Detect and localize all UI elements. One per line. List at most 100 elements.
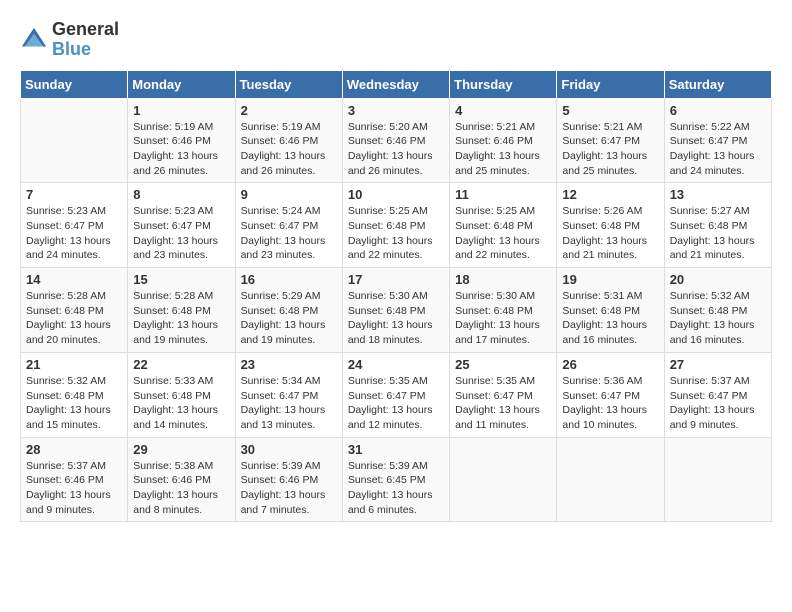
day-detail: Sunrise: 5:23 AMSunset: 6:47 PMDaylight:… — [133, 204, 229, 263]
day-number: 9 — [241, 187, 337, 202]
calendar-cell: 6 Sunrise: 5:22 AMSunset: 6:47 PMDaylight… — [664, 98, 771, 183]
day-number: 1 — [133, 103, 229, 118]
header-sunday: Sunday — [21, 70, 128, 98]
calendar-week-row: 28 Sunrise: 5:37 AMSunset: 6:46 PMDayligh… — [21, 437, 772, 522]
calendar-cell: 7 Sunrise: 5:23 AMSunset: 6:47 PMDaylight… — [21, 183, 128, 268]
day-detail: Sunrise: 5:38 AMSunset: 6:46 PMDaylight:… — [133, 459, 229, 518]
calendar-cell: 31 Sunrise: 5:39 AMSunset: 6:45 PMDayligh… — [342, 437, 449, 522]
header-friday: Friday — [557, 70, 664, 98]
day-number: 17 — [348, 272, 444, 287]
day-detail: Sunrise: 5:20 AMSunset: 6:46 PMDaylight:… — [348, 120, 444, 179]
calendar-table: SundayMondayTuesdayWednesdayThursdayFrid… — [20, 70, 772, 523]
calendar-cell: 27 Sunrise: 5:37 AMSunset: 6:47 PMDayligh… — [664, 352, 771, 437]
calendar-cell — [21, 98, 128, 183]
calendar-cell: 17 Sunrise: 5:30 AMSunset: 6:48 PMDayligh… — [342, 268, 449, 353]
day-number: 7 — [26, 187, 122, 202]
calendar-cell: 3 Sunrise: 5:20 AMSunset: 6:46 PMDaylight… — [342, 98, 449, 183]
day-number: 27 — [670, 357, 766, 372]
day-detail: Sunrise: 5:21 AMSunset: 6:46 PMDaylight:… — [455, 120, 551, 179]
calendar-cell — [664, 437, 771, 522]
day-number: 19 — [562, 272, 658, 287]
day-detail: Sunrise: 5:31 AMSunset: 6:48 PMDaylight:… — [562, 289, 658, 348]
calendar-cell: 10 Sunrise: 5:25 AMSunset: 6:48 PMDayligh… — [342, 183, 449, 268]
calendar-cell: 25 Sunrise: 5:35 AMSunset: 6:47 PMDayligh… — [450, 352, 557, 437]
calendar-week-row: 7 Sunrise: 5:23 AMSunset: 6:47 PMDaylight… — [21, 183, 772, 268]
day-number: 16 — [241, 272, 337, 287]
calendar-cell: 8Sunrise: 5:23 AMSunset: 6:47 PMDaylight… — [128, 183, 235, 268]
calendar-cell: 19 Sunrise: 5:31 AMSunset: 6:48 PMDayligh… — [557, 268, 664, 353]
day-detail: Sunrise: 5:37 AMSunset: 6:47 PMDaylight:… — [670, 374, 766, 433]
day-detail: Sunrise: 5:21 AMSunset: 6:47 PMDaylight:… — [562, 120, 658, 179]
day-detail: Sunrise: 5:19 AMSunset: 6:46 PMDaylight:… — [133, 120, 229, 179]
logo-text: General Blue — [52, 20, 119, 60]
page-header: General Blue — [20, 20, 772, 60]
day-detail: Sunrise: 5:34 AMSunset: 6:47 PMDaylight:… — [241, 374, 337, 433]
day-number: 22 — [133, 357, 229, 372]
calendar-cell: 21 Sunrise: 5:32 AMSunset: 6:48 PMDayligh… — [21, 352, 128, 437]
day-number: 28 — [26, 442, 122, 457]
day-detail: Sunrise: 5:23 AMSunset: 6:47 PMDaylight:… — [26, 204, 122, 263]
calendar-cell — [450, 437, 557, 522]
day-number: 13 — [670, 187, 766, 202]
calendar-cell: 29 Sunrise: 5:38 AMSunset: 6:46 PMDayligh… — [128, 437, 235, 522]
day-detail: Sunrise: 5:33 AMSunset: 6:48 PMDaylight:… — [133, 374, 229, 433]
day-number: 11 — [455, 187, 551, 202]
day-number: 29 — [133, 442, 229, 457]
day-number: 24 — [348, 357, 444, 372]
day-detail: Sunrise: 5:28 AMSunset: 6:48 PMDaylight:… — [26, 289, 122, 348]
day-detail: Sunrise: 5:30 AMSunset: 6:48 PMDaylight:… — [348, 289, 444, 348]
calendar-header-row: SundayMondayTuesdayWednesdayThursdayFrid… — [21, 70, 772, 98]
calendar-cell: 30Sunrise: 5:39 AMSunset: 6:46 PMDayligh… — [235, 437, 342, 522]
calendar-cell: 13Sunrise: 5:27 AMSunset: 6:48 PMDayligh… — [664, 183, 771, 268]
calendar-week-row: 14 Sunrise: 5:28 AMSunset: 6:48 PMDayligh… — [21, 268, 772, 353]
calendar-cell: 15 Sunrise: 5:28 AMSunset: 6:48 PMDayligh… — [128, 268, 235, 353]
header-tuesday: Tuesday — [235, 70, 342, 98]
day-detail: Sunrise: 5:36 AMSunset: 6:47 PMDaylight:… — [562, 374, 658, 433]
calendar-cell: 28 Sunrise: 5:37 AMSunset: 6:46 PMDayligh… — [21, 437, 128, 522]
calendar-week-row: 21 Sunrise: 5:32 AMSunset: 6:48 PMDayligh… — [21, 352, 772, 437]
logo: General Blue — [20, 20, 119, 60]
day-detail: Sunrise: 5:39 AMSunset: 6:45 PMDaylight:… — [348, 459, 444, 518]
day-detail: Sunrise: 5:26 AMSunset: 6:48 PMDaylight:… — [562, 204, 658, 263]
day-detail: Sunrise: 5:22 AMSunset: 6:47 PMDaylight:… — [670, 120, 766, 179]
day-number: 5 — [562, 103, 658, 118]
calendar-cell: 12 Sunrise: 5:26 AMSunset: 6:48 PMDayligh… — [557, 183, 664, 268]
calendar-cell: 18 Sunrise: 5:30 AMSunset: 6:48 PMDayligh… — [450, 268, 557, 353]
calendar-cell: 1 Sunrise: 5:19 AMSunset: 6:46 PMDaylight… — [128, 98, 235, 183]
day-detail: Sunrise: 5:28 AMSunset: 6:48 PMDaylight:… — [133, 289, 229, 348]
day-detail: Sunrise: 5:32 AMSunset: 6:48 PMDaylight:… — [26, 374, 122, 433]
day-detail: Sunrise: 5:35 AMSunset: 6:47 PMDaylight:… — [348, 374, 444, 433]
day-number: 31 — [348, 442, 444, 457]
calendar-cell: 20 Sunrise: 5:32 AMSunset: 6:48 PMDayligh… — [664, 268, 771, 353]
day-detail: Sunrise: 5:24 AMSunset: 6:47 PMDaylight:… — [241, 204, 337, 263]
calendar-cell: 9 Sunrise: 5:24 AMSunset: 6:47 PMDaylight… — [235, 183, 342, 268]
day-number: 25 — [455, 357, 551, 372]
day-detail: Sunrise: 5:25 AMSunset: 6:48 PMDaylight:… — [348, 204, 444, 263]
day-number: 23 — [241, 357, 337, 372]
day-detail: Sunrise: 5:25 AMSunset: 6:48 PMDaylight:… — [455, 204, 551, 263]
day-number: 20 — [670, 272, 766, 287]
day-number: 18 — [455, 272, 551, 287]
day-number: 21 — [26, 357, 122, 372]
calendar-cell: 11 Sunrise: 5:25 AMSunset: 6:48 PMDayligh… — [450, 183, 557, 268]
calendar-cell: 5 Sunrise: 5:21 AMSunset: 6:47 PMDaylight… — [557, 98, 664, 183]
logo-icon — [20, 26, 48, 54]
day-number: 14 — [26, 272, 122, 287]
calendar-cell: 4 Sunrise: 5:21 AMSunset: 6:46 PMDaylight… — [450, 98, 557, 183]
calendar-cell: 14 Sunrise: 5:28 AMSunset: 6:48 PMDayligh… — [21, 268, 128, 353]
day-number: 3 — [348, 103, 444, 118]
day-number: 10 — [348, 187, 444, 202]
day-number: 2 — [241, 103, 337, 118]
day-detail: Sunrise: 5:35 AMSunset: 6:47 PMDaylight:… — [455, 374, 551, 433]
day-detail: Sunrise: 5:32 AMSunset: 6:48 PMDaylight:… — [670, 289, 766, 348]
header-saturday: Saturday — [664, 70, 771, 98]
calendar-cell: 26Sunrise: 5:36 AMSunset: 6:47 PMDayligh… — [557, 352, 664, 437]
day-number: 4 — [455, 103, 551, 118]
calendar-cell: 16Sunrise: 5:29 AMSunset: 6:48 PMDayligh… — [235, 268, 342, 353]
day-number: 15 — [133, 272, 229, 287]
day-detail: Sunrise: 5:30 AMSunset: 6:48 PMDaylight:… — [455, 289, 551, 348]
header-thursday: Thursday — [450, 70, 557, 98]
day-number: 6 — [670, 103, 766, 118]
day-number: 12 — [562, 187, 658, 202]
day-detail: Sunrise: 5:37 AMSunset: 6:46 PMDaylight:… — [26, 459, 122, 518]
